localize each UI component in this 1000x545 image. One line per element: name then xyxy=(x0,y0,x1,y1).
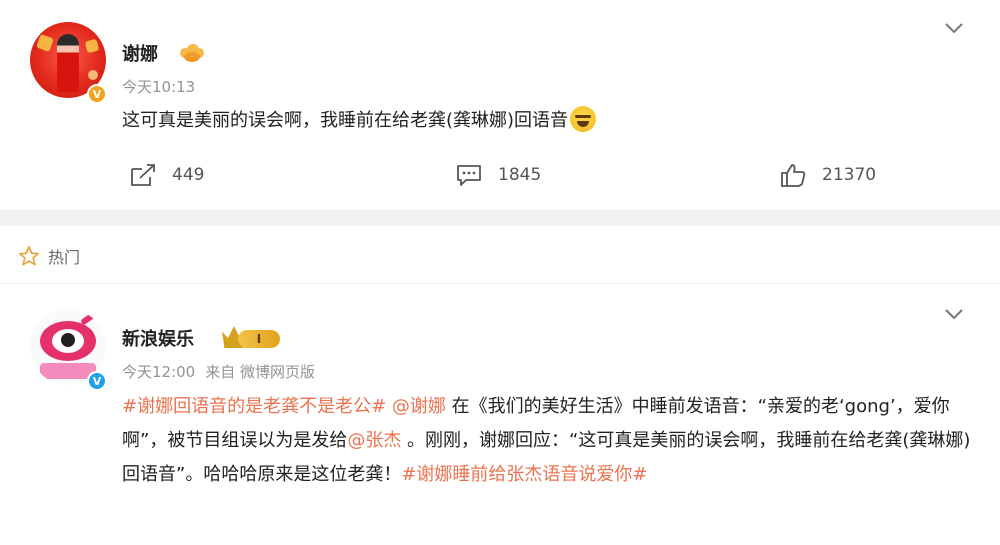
repost-button[interactable]: 449 xyxy=(130,163,204,187)
author-name[interactable]: 新浪娱乐 xyxy=(122,325,194,351)
laugh-cry-emoji-icon xyxy=(570,106,597,132)
author-name[interactable]: 谢娜 xyxy=(122,40,158,66)
mention-link[interactable]: @谢娜 xyxy=(392,396,446,417)
member-badge-icon xyxy=(180,42,204,62)
hot-comment-card xyxy=(0,226,1000,545)
chevron-down-icon[interactable] xyxy=(944,302,964,326)
comment-content: #谢娜回语音的是老龚不是老公# @谢娜 在《我们的美好生活》中睡前发语音：“亲爱… xyxy=(122,396,971,485)
repost-count: 449 xyxy=(172,165,205,185)
hot-label: 热门 xyxy=(48,248,81,267)
chevron-down-icon[interactable] xyxy=(944,16,964,40)
hashtag-link[interactable]: #谢娜回语音的是老龚不是老公# xyxy=(122,396,386,417)
repost-icon xyxy=(131,164,155,186)
post-content: 这可真是美丽的误会啊，我睡前在给老龚(龚琳娜)回语音 xyxy=(122,104,597,138)
hashtag-link[interactable]: #谢娜睡前给张杰语音说爱你# xyxy=(401,464,647,485)
comment-time[interactable]: 今天12:00 xyxy=(122,363,195,381)
comment-button[interactable]: 1845 xyxy=(456,163,541,187)
post-time[interactable]: 今天10:13 xyxy=(122,76,195,97)
divider xyxy=(0,283,1000,284)
card-separator xyxy=(0,210,1000,226)
comment-count: 1845 xyxy=(498,165,542,185)
verified-badge: V xyxy=(87,371,107,391)
mention-link[interactable]: @张杰 xyxy=(347,430,401,451)
star-icon xyxy=(19,246,39,266)
like-count: 21370 xyxy=(822,165,877,185)
hot-section-header: 热门 xyxy=(18,244,80,268)
like-icon xyxy=(781,164,806,187)
verified-badge: V xyxy=(87,84,107,104)
comment-source: 来自 微博网页版 xyxy=(205,363,316,381)
comment-meta: 今天12:00 来自 微博网页版 xyxy=(122,361,315,382)
comment-icon xyxy=(457,165,481,186)
level-badge-icon: I xyxy=(222,326,280,348)
like-button[interactable]: 21370 xyxy=(780,163,876,187)
